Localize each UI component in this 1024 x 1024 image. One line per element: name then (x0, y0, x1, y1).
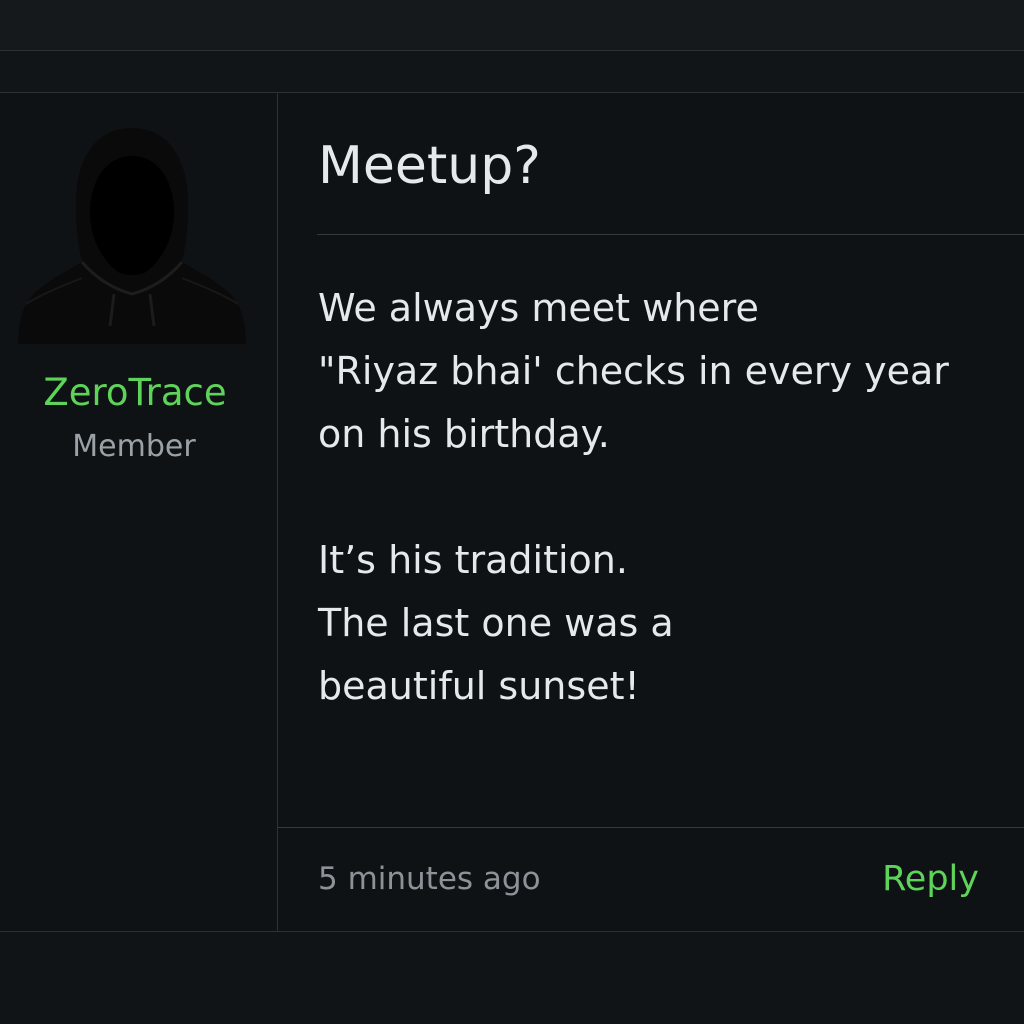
forum-page: ZeroTrace Member Meetup? We always meet … (0, 0, 1024, 1024)
body-line: beautiful sunset! (318, 664, 640, 708)
footer-divider (278, 827, 1024, 828)
reply-button[interactable]: Reply (882, 857, 979, 901)
body-line: "Riyaz bhai' checks in every year (318, 349, 949, 393)
post-content: Meetup? We always meet where "Riyaz bhai… (278, 93, 1024, 931)
body-line: on his birthday. (318, 412, 610, 456)
author-username[interactable]: ZeroTrace (0, 371, 270, 415)
author-panel: ZeroTrace Member (0, 93, 278, 931)
author-role: Member (72, 429, 196, 464)
hooded-figure-icon[interactable] (18, 126, 246, 346)
body-line: The last one was a (318, 601, 674, 645)
header-band (0, 51, 1024, 93)
post-timestamp: 5 minutes ago (318, 861, 541, 897)
forum-post: ZeroTrace Member Meetup? We always meet … (0, 93, 1024, 932)
body-line: It’s his tradition. (318, 538, 628, 582)
body-line: We always meet where (318, 286, 759, 330)
title-divider (317, 234, 1024, 235)
page-footer-band (0, 932, 1024, 1024)
post-title: Meetup? (318, 136, 541, 196)
post-body: We always meet where "Riyaz bhai' checks… (318, 277, 1008, 718)
top-bar (0, 0, 1024, 51)
